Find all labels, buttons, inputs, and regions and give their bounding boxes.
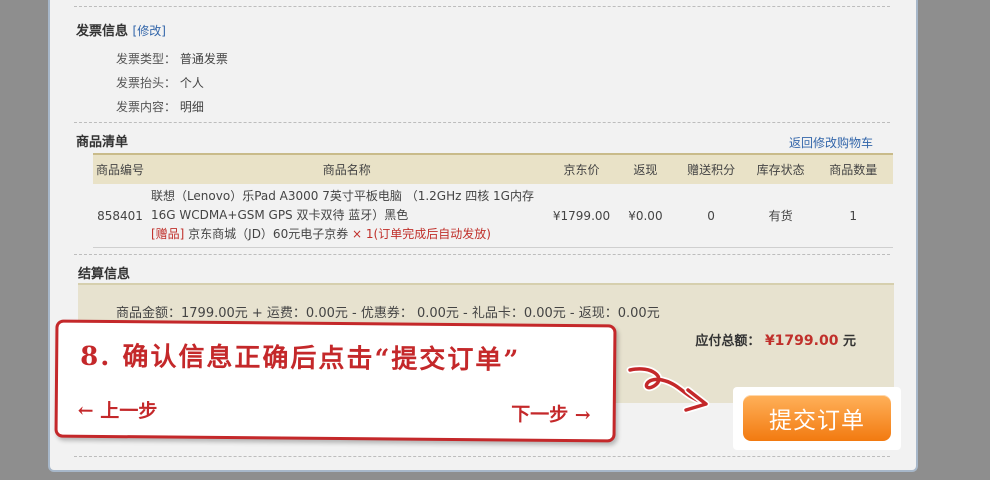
- invoice-content-row: 发票内容： 明细: [116, 98, 204, 115]
- divider: [74, 254, 890, 255]
- invoice-title: 发票信息: [76, 24, 129, 39]
- goods-table: 商品编号 商品名称 京东价 返现 赠送积分 库存状态 商品数量 858401 联…: [93, 153, 893, 248]
- gift-qty: × 1(订单完成后自动发放): [352, 227, 491, 241]
- item-price: ¥1799.00: [546, 184, 617, 248]
- back-to-cart-link[interactable]: 返回修改购物车: [789, 134, 873, 151]
- col-header-price: 京东价: [546, 153, 617, 184]
- col-header-qty: 商品数量: [813, 153, 893, 184]
- item-id: 858401: [93, 184, 147, 248]
- item-qty: 1: [813, 184, 893, 248]
- invoice-type-label: 发票类型：: [116, 52, 177, 66]
- invoice-section-title: 发票信息 [修改]: [76, 20, 166, 39]
- invoice-type-row: 发票类型： 普通发票: [116, 50, 228, 67]
- submit-highlight: 提交订单: [733, 387, 901, 450]
- divider: [74, 122, 890, 123]
- submit-order-button[interactable]: 提交订单: [743, 395, 891, 441]
- payable-amount: ¥1799.00: [764, 333, 839, 349]
- item-name-line2: 16G WCDMA+GSM GPS 双卡双待 蓝牙）黑色: [150, 208, 409, 222]
- gift-text[interactable]: 京东商城（JD）60元电子京券: [188, 227, 348, 241]
- invoice-header-row: 发票抬头： 个人: [116, 74, 204, 91]
- gift-line: [赠品] 京东商城（JD）60元电子京券 × 1(订单完成后自动发放): [151, 225, 547, 244]
- item-stock: 有货: [747, 184, 814, 248]
- col-header-points: 赠送积分: [674, 153, 748, 184]
- goods-section-title: 商品清单: [76, 135, 129, 150]
- gift-tag: [赠品]: [150, 227, 185, 241]
- col-header-cashback: 返现: [616, 153, 675, 184]
- table-row: 858401 联想（Lenovo）乐Pad A3000 7英寸平板电脑 （1.2…: [93, 184, 893, 248]
- settle-section-title: 结算信息: [78, 267, 131, 282]
- divider: [74, 6, 890, 7]
- item-name-line1: 联想（Lenovo）乐Pad A3000 7英寸平板电脑 （1.2GHz 四核 …: [150, 189, 534, 203]
- invoice-type-value: 普通发票: [179, 52, 228, 66]
- payable-unit: 元: [842, 334, 856, 349]
- curly-arrow-icon: [626, 365, 710, 414]
- goods-table-header: 商品编号 商品名称 京东价 返现 赠送积分 库存状态 商品数量: [93, 153, 893, 184]
- tutorial-text: 8. 确认信息正确后点击“提交订单”: [80, 341, 521, 376]
- settle-summary: 商品金额：1799.00元 + 运费：0.00元 - 优惠券： 0.00元 - …: [116, 306, 660, 321]
- invoice-edit-link[interactable]: [修改]: [133, 24, 166, 38]
- invoice-header-label: 发票抬头：: [116, 76, 177, 90]
- item-points: 0: [674, 184, 748, 248]
- col-header-stock: 库存状态: [747, 153, 814, 184]
- col-header-id: 商品编号: [93, 153, 147, 184]
- tutorial-callout: 8. 确认信息正确后点击“提交订单” ← 上一步 下一步 →: [54, 319, 617, 443]
- invoice-content-value: 明细: [179, 100, 204, 114]
- invoice-content-label: 发票内容：: [116, 100, 177, 114]
- item-name-link[interactable]: 联想（Lenovo）乐Pad A3000 7英寸平板电脑 （1.2GHz 四核 …: [151, 187, 547, 225]
- prev-step-button[interactable]: ← 上一步: [78, 396, 158, 424]
- invoice-header-value: 个人: [179, 76, 204, 90]
- item-cashback: ¥0.00: [616, 184, 675, 248]
- col-header-name: 商品名称: [146, 153, 547, 184]
- next-step-button[interactable]: 下一步 →: [511, 400, 591, 428]
- divider: [74, 456, 890, 457]
- item-name-cell: 联想（Lenovo）乐Pad A3000 7英寸平板电脑 （1.2GHz 四核 …: [146, 184, 547, 248]
- payable-label: 应付总额：: [695, 334, 761, 349]
- payable-line: 应付总额： ¥1799.00 元: [695, 330, 856, 349]
